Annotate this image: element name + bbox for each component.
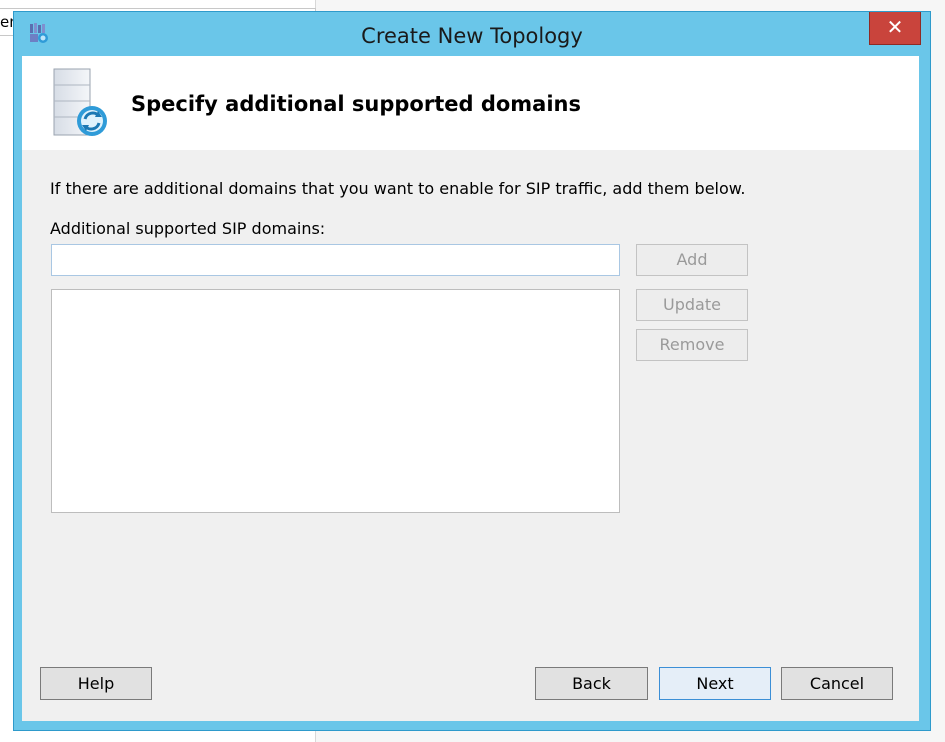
close-icon: ✕ (886, 15, 904, 39)
instruction-text: If there are additional domains that you… (50, 179, 746, 198)
help-button[interactable]: Help (40, 667, 152, 700)
close-button[interactable]: ✕ (869, 12, 921, 45)
title-bar[interactable]: Create New Topology ✕ (14, 12, 930, 57)
sip-domains-label: Additional supported SIP domains: (50, 219, 326, 238)
dialog-client-area: Specify additional supported domains If … (22, 56, 919, 721)
update-button[interactable]: Update (636, 289, 748, 321)
next-button[interactable]: Next (659, 667, 771, 700)
page-title: Specify additional supported domains (131, 92, 581, 116)
server-refresh-icon (50, 67, 114, 139)
window-title: Create New Topology (361, 24, 583, 48)
add-button[interactable]: Add (636, 244, 748, 276)
sip-domains-list[interactable] (51, 289, 620, 513)
sip-domain-input[interactable] (51, 244, 620, 276)
cancel-button[interactable]: Cancel (781, 667, 893, 700)
back-button[interactable]: Back (535, 667, 648, 700)
wizard-header: Specify additional supported domains (22, 56, 919, 150)
remove-button[interactable]: Remove (636, 329, 748, 361)
create-topology-dialog: Create New Topology ✕ Specify additional… (13, 11, 931, 731)
